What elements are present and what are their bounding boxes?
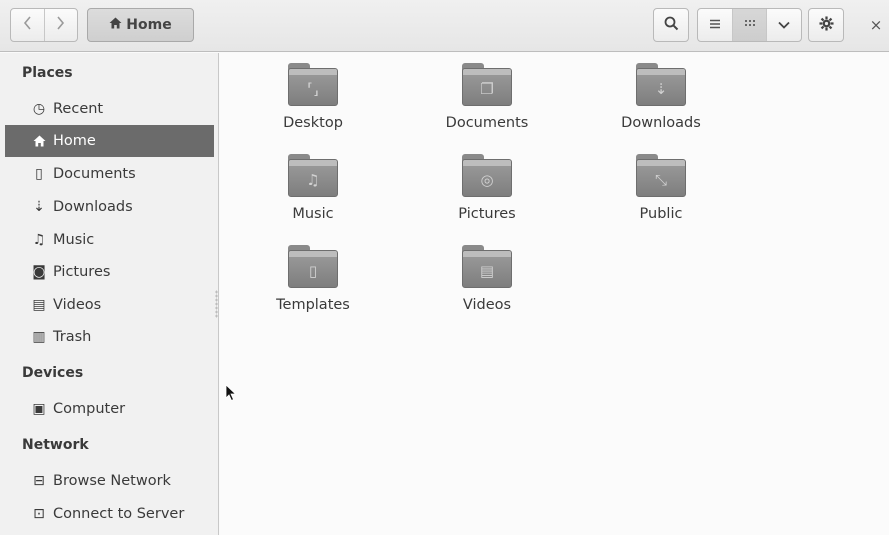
folder-downloads[interactable]: ⇣ Downloads (596, 53, 726, 139)
download-icon: ⇣ (33, 199, 45, 215)
grid-view-button[interactable] (731, 9, 767, 41)
mouse-pointer-icon (225, 384, 237, 402)
view-switcher (697, 8, 802, 42)
path-bar-label: Home (126, 17, 172, 33)
folder-templates[interactable]: ▯ Templates (248, 235, 378, 321)
sidebar-item-downloads[interactable]: ⇣ Downloads (5, 191, 214, 223)
sidebar: Places ◷ Recent Home ▯ Documents ⇣ Downl… (0, 53, 219, 535)
desktop-emblem-icon: ⸢⸥ (307, 80, 319, 98)
file-grid: ⸢⸥ Desktop ❐ Documents ⇣ Downloads ♫ Mus… (220, 53, 889, 535)
sidebar-item-computer[interactable]: ▣ Computer (5, 393, 214, 425)
history-nav (10, 8, 78, 42)
chevron-left-icon (23, 16, 32, 34)
home-icon (109, 17, 122, 33)
folder-videos[interactable]: ▤ Videos (422, 235, 552, 321)
back-button[interactable] (11, 9, 44, 41)
sidebar-resize-handle[interactable] (215, 290, 218, 318)
close-icon: × (869, 16, 883, 34)
sidebar-section-devices: Devices (22, 365, 84, 381)
sidebar-item-trash[interactable]: ▥ Trash (5, 321, 214, 353)
forward-button[interactable] (43, 9, 78, 41)
folder-icon: ♫ (288, 154, 338, 198)
document-icon: ▯ (35, 166, 43, 182)
folder-icon: ⤡ (636, 154, 686, 198)
sidebar-item-recent[interactable]: ◷ Recent (5, 93, 214, 125)
sidebar-item-browse-network[interactable]: ⊟ Browse Network (5, 465, 214, 497)
list-icon (709, 17, 721, 33)
sidebar-item-videos[interactable]: ▤ Videos (5, 289, 214, 321)
folder-public[interactable]: ⤡ Public (596, 144, 726, 230)
sidebar-item-music[interactable]: ♫ Music (5, 224, 214, 256)
clock-icon: ◷ (32, 101, 46, 117)
sidebar-item-documents[interactable]: ▯ Documents (5, 158, 214, 190)
sidebar-item-label: Computer (53, 401, 126, 417)
search-icon (664, 16, 679, 35)
path-bar-home-button[interactable]: Home (87, 8, 194, 42)
folder-icon: ▯ (288, 245, 338, 289)
gear-icon (818, 15, 834, 35)
folder-icon: ⸢⸥ (288, 63, 338, 107)
folder-icon: ⇣ (636, 63, 686, 107)
folder-music[interactable]: ♫ Music (248, 144, 378, 230)
sidebar-section-places: Places (22, 65, 73, 81)
folder-label: Templates (276, 297, 350, 313)
folder-label: Public (639, 206, 683, 222)
sidebar-item-label: Connect to Server (53, 506, 185, 522)
trash-icon: ▥ (32, 329, 46, 345)
home-icon (31, 133, 47, 149)
settings-menu-button[interactable] (808, 8, 844, 42)
templates-emblem-icon: ▯ (308, 262, 318, 280)
videos-emblem-icon: ▤ (479, 262, 495, 280)
folder-icon: ❐ (462, 63, 512, 107)
sidebar-item-label: Documents (53, 166, 136, 182)
folder-documents[interactable]: ❐ Documents (422, 53, 552, 139)
chevron-down-icon (778, 17, 790, 33)
grid-icon (744, 17, 756, 33)
list-view-button[interactable] (698, 9, 732, 41)
folder-icon: ◎ (462, 154, 512, 198)
sidebar-item-label: Pictures (53, 264, 111, 280)
drive-icon: ▣ (32, 401, 46, 417)
sidebar-item-label: Videos (53, 297, 102, 313)
public-emblem-icon: ⤡ (654, 171, 667, 189)
sidebar-item-pictures[interactable]: ◙ Pictures (5, 256, 214, 288)
header-bar: Home × (0, 0, 889, 52)
music-emblem-icon: ♫ (306, 171, 320, 189)
documents-emblem-icon: ❐ (480, 80, 494, 98)
sidebar-item-label: Trash (53, 329, 92, 345)
pictures-emblem-icon: ◎ (480, 171, 494, 189)
camera-icon: ◙ (32, 264, 46, 280)
sidebar-item-home[interactable]: Home (5, 125, 214, 157)
sidebar-item-connect-to-server[interactable]: ⊡ Connect to Server (5, 498, 214, 530)
sidebar-item-label: Home (53, 133, 96, 149)
network-icon: ⊟ (33, 473, 45, 489)
view-options-button[interactable] (766, 9, 801, 41)
sidebar-item-label: Browse Network (53, 473, 171, 489)
folder-label: Music (292, 206, 334, 222)
sidebar-item-label: Recent (53, 101, 104, 117)
sidebar-section-network: Network (22, 437, 89, 453)
sidebar-item-label: Downloads (53, 199, 133, 215)
film-icon: ▤ (32, 297, 46, 313)
music-icon: ♫ (32, 232, 46, 248)
folder-icon: ▤ (462, 245, 512, 289)
downloads-emblem-icon: ⇣ (654, 80, 668, 98)
folder-label: Desktop (283, 115, 343, 131)
folder-label: Videos (462, 297, 512, 313)
close-window-button[interactable]: × (866, 14, 886, 36)
folder-label: Pictures (458, 206, 516, 222)
server-icon: ⊡ (33, 506, 45, 522)
sidebar-item-label: Music (53, 232, 95, 248)
folder-pictures[interactable]: ◎ Pictures (422, 144, 552, 230)
folder-label: Documents (445, 115, 529, 131)
folder-desktop[interactable]: ⸢⸥ Desktop (248, 53, 378, 139)
search-button[interactable] (653, 8, 689, 42)
folder-label: Downloads (621, 115, 701, 131)
chevron-right-icon (56, 16, 65, 34)
